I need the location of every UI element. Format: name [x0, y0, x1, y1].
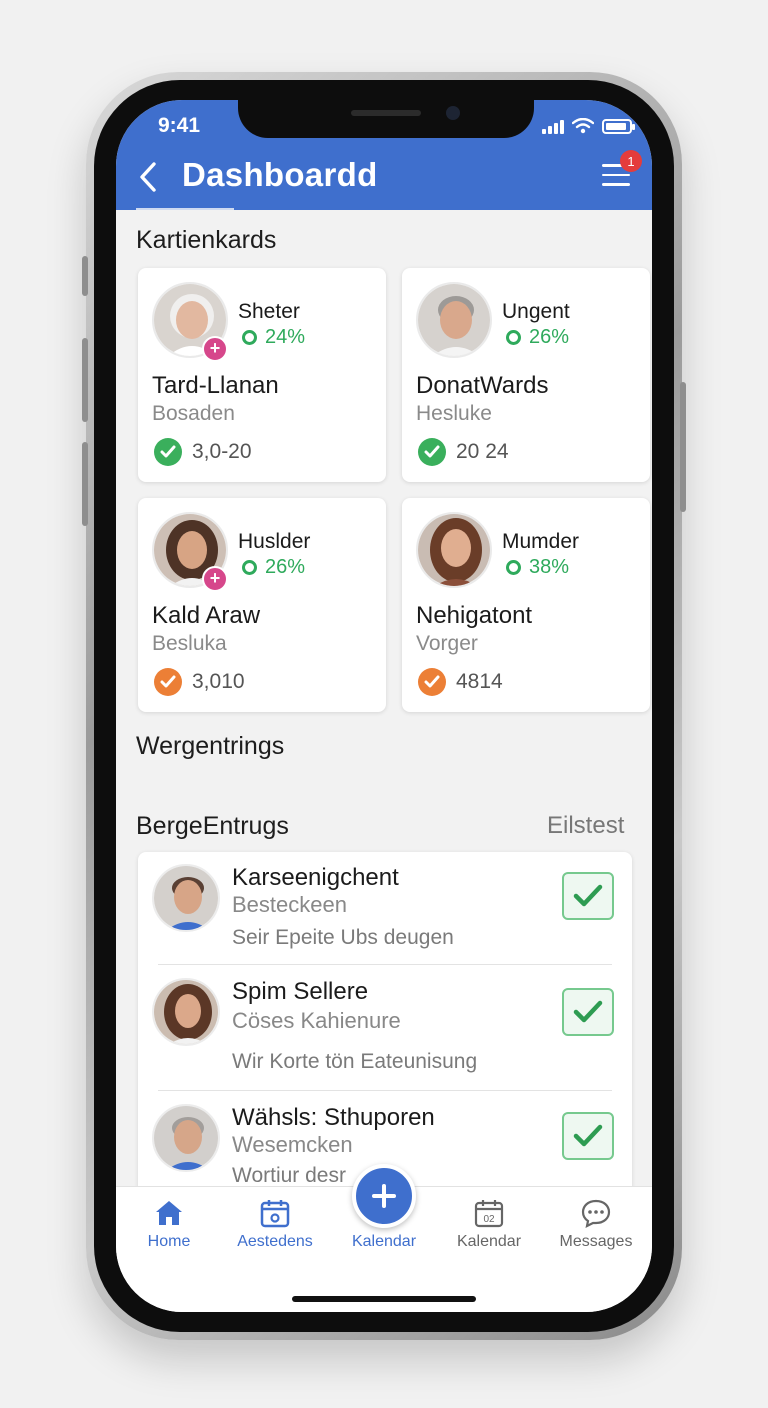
- status-time: 9:41: [158, 114, 201, 137]
- card-value: 3,0-20: [192, 440, 252, 463]
- avatar: [152, 864, 220, 932]
- card-subtitle: Besluka: [152, 632, 227, 655]
- plus-badge-icon: +: [202, 336, 228, 362]
- add-button[interactable]: [352, 1164, 416, 1228]
- divider: [158, 964, 612, 965]
- home-icon: [156, 1201, 182, 1225]
- check-circle-icon: [154, 668, 182, 696]
- check-box-icon[interactable]: [562, 988, 614, 1036]
- item-title: Wähsls: Sthuporen: [232, 1104, 435, 1131]
- phone-frame: 9:41 Dashboardd 1 Kartienkards + Sheter …: [82, 72, 686, 1340]
- card-percent-value: 38%: [529, 556, 570, 578]
- divider: [158, 1090, 612, 1091]
- list-action-link[interactable]: Eilstest: [547, 812, 624, 840]
- svg-text:02: 02: [483, 1214, 495, 1225]
- status-icons: [542, 118, 635, 134]
- item-subtitle: Cöses Kahienure: [232, 1008, 401, 1033]
- card-label: Huslder: [238, 530, 311, 553]
- card-percent: 26%: [242, 556, 305, 579]
- list-section-title: BergeEntrugs: [136, 812, 289, 840]
- speaker-grille: [351, 110, 421, 116]
- app-screen: 9:41 Dashboardd 1 Kartienkards + Sheter …: [116, 100, 652, 1312]
- card-percent: 38%: [506, 556, 569, 579]
- notch: [238, 100, 534, 138]
- item-title: Karseenigchent: [232, 864, 399, 891]
- power-button: [680, 382, 686, 512]
- card-subtitle: Vorger: [416, 632, 478, 655]
- progress-ring-icon: [242, 560, 257, 575]
- card-percent: 24%: [242, 326, 305, 349]
- item-subtitle: Besteckeen: [232, 892, 347, 917]
- card-name: Nehigatont: [416, 602, 533, 629]
- nav-label: Messages: [559, 1233, 633, 1250]
- item-description: Seir Epeite Ubs deugen: [232, 926, 454, 949]
- progress-ring-icon: [242, 330, 257, 345]
- plus-badge-icon: +: [202, 566, 228, 592]
- avatar: [416, 282, 492, 358]
- item-subtitle: Wesemcken: [232, 1132, 353, 1157]
- check-box-icon[interactable]: [562, 1112, 614, 1160]
- volume-up-button: [82, 338, 88, 422]
- calendar-icon: [260, 1200, 290, 1228]
- mute-switch: [82, 256, 88, 296]
- profile-card[interactable]: Ungent 26% DonatWards Hesluke 20 24: [402, 268, 650, 482]
- list-item[interactable]: Karseenigchent Besteckeen Seir Epeite Ub…: [138, 852, 632, 964]
- card-percent-value: 24%: [265, 326, 306, 348]
- avatar: [152, 978, 220, 1046]
- nav-label: Aestedens: [237, 1233, 313, 1250]
- list-item[interactable]: Spim Sellere Cöses Kahienure Wir Korte t…: [138, 966, 632, 1088]
- progress-ring-icon: [506, 330, 521, 345]
- card-label: Sheter: [238, 300, 300, 323]
- notification-badge: 1: [620, 150, 642, 172]
- home-indicator[interactable]: [292, 1296, 476, 1302]
- profile-card[interactable]: + Huslder 26% Kald Araw Besluka 3,010: [138, 498, 386, 712]
- back-arrow-icon[interactable]: [136, 160, 160, 194]
- progress-ring-icon: [506, 560, 521, 575]
- calendar-date-icon: 02: [474, 1200, 504, 1228]
- check-box-icon[interactable]: [562, 872, 614, 920]
- avatar: [416, 512, 492, 588]
- page-title: Dashboardd: [182, 156, 378, 193]
- card-label: Ungent: [502, 300, 570, 323]
- card-value: 4814: [456, 670, 503, 693]
- cards-section-title: Kartienkards: [136, 226, 277, 254]
- nav-label: Kalendar: [351, 1233, 417, 1250]
- card-value: 3,010: [192, 670, 245, 693]
- avatar: [152, 1104, 220, 1172]
- card-name: Tard-Llanan: [152, 372, 279, 399]
- check-circle-icon: [418, 438, 446, 466]
- card-name: Kald Araw: [152, 602, 261, 629]
- plus-icon: [372, 1184, 396, 1208]
- profile-card[interactable]: + Sheter 24% Tard-Llanan Bosaden 3,0-20: [138, 268, 386, 482]
- chat-bubble-icon: [581, 1199, 611, 1228]
- wifi-icon: [572, 118, 594, 134]
- card-subtitle: Hesluke: [416, 402, 492, 425]
- check-circle-icon: [154, 438, 182, 466]
- card-value: 20 24: [456, 440, 509, 463]
- nav-label: Home: [147, 1233, 191, 1250]
- card-percent-value: 26%: [265, 556, 306, 578]
- battery-icon: [602, 119, 635, 134]
- front-camera: [446, 106, 460, 120]
- card-label: Mumder: [502, 530, 580, 553]
- profile-card[interactable]: Mumder 38% Nehigatont Vorger 4814: [402, 498, 650, 712]
- tab-indicator: [136, 208, 234, 210]
- signal-icon: [542, 120, 564, 134]
- card-subtitle: Bosaden: [152, 402, 235, 425]
- card-percent: 26%: [506, 326, 569, 349]
- check-circle-icon: [418, 668, 446, 696]
- card-name: DonatWards: [416, 372, 549, 399]
- card-percent-value: 26%: [529, 326, 570, 348]
- item-title: Spim Sellere: [232, 978, 369, 1005]
- middle-section-title: Wergentrings: [136, 732, 285, 760]
- item-description: Wortiur desr: [232, 1164, 346, 1187]
- volume-down-button: [82, 442, 88, 526]
- nav-label: Kalendar: [456, 1233, 522, 1250]
- item-description: Wir Korte tön Eateunisung: [232, 1050, 478, 1073]
